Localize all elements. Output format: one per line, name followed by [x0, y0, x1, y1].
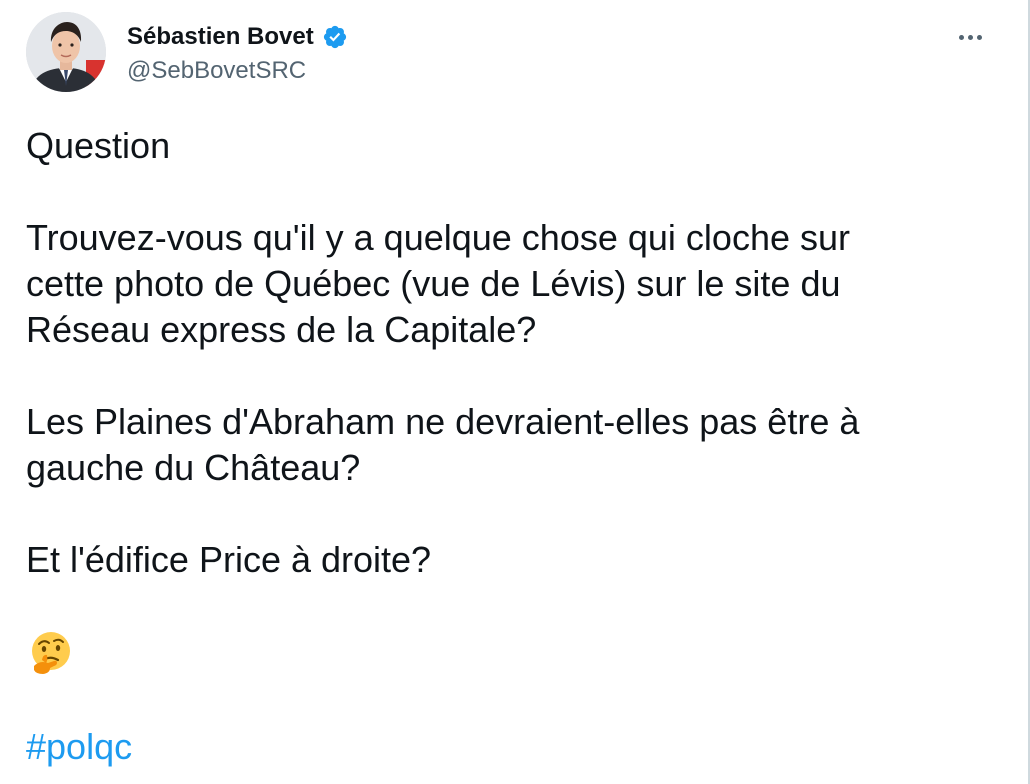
avatar[interactable] [26, 12, 106, 92]
hashtag-link[interactable]: #polqc [26, 724, 132, 770]
more-horizontal-icon [958, 34, 964, 40]
tweet-text-line: Trouvez-vous qu'il y a quelque chose qui… [26, 217, 850, 258]
tweet-text-line: gauche du Château? [26, 447, 361, 488]
tweet-card: Sébastien Bovet @SebBovetSRC Question Tr… [0, 0, 1030, 784]
avatar-photo [26, 12, 106, 92]
more-options-button[interactable] [950, 20, 990, 54]
verified-badge-icon[interactable] [322, 24, 348, 50]
author-handle[interactable]: @SebBovetSRC [127, 56, 306, 86]
author-name-row: Sébastien Bovet [127, 22, 348, 52]
tweet-text-line: Les Plaines d'Abraham ne devraient-elles… [26, 401, 860, 442]
tweet-text-line: Question [26, 125, 171, 166]
tweet-text-line: cette photo de Québec (vue de Lévis) sur… [26, 263, 841, 304]
thinking-face-icon [32, 632, 70, 674]
author-display-name[interactable]: Sébastien Bovet [127, 22, 314, 52]
tweet-text-line: Et l'édifice Price à droite? [26, 539, 432, 580]
tweet-text-line: Réseau express de la Capitale? [26, 309, 537, 350]
